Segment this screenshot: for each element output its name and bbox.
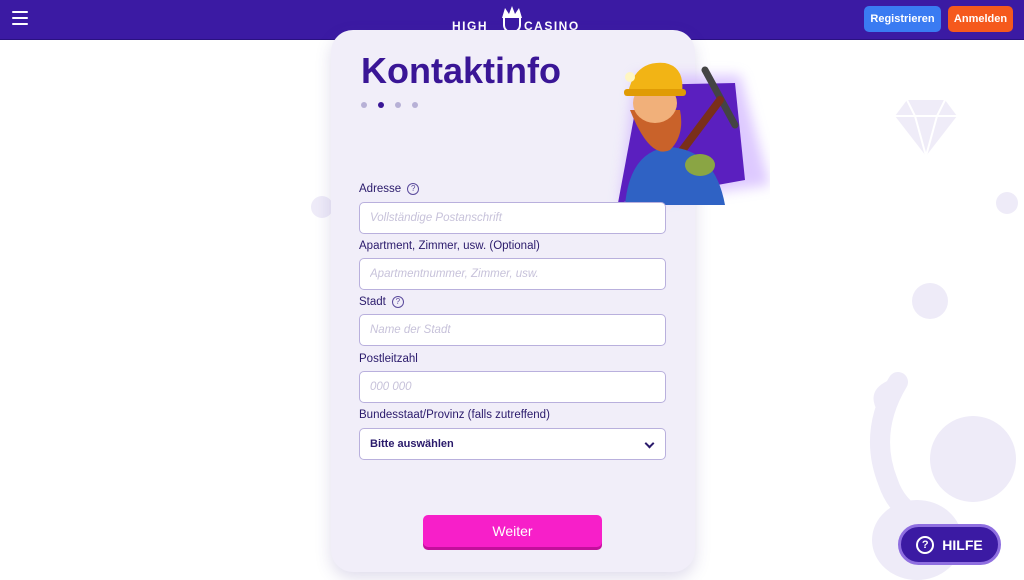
- city-help-icon[interactable]: ?: [391, 296, 404, 308]
- address-label-text: Adresse: [359, 183, 402, 195]
- decor-bubble: [912, 283, 948, 319]
- register-button[interactable]: Registrieren: [864, 6, 941, 32]
- crown-icon: [502, 6, 522, 18]
- chevron-down-icon: [644, 438, 655, 449]
- zip-input[interactable]: [359, 371, 666, 403]
- city-label-text: Stadt: [359, 296, 386, 308]
- step-dot-active: [378, 102, 384, 108]
- city-label: Stadt ?: [359, 296, 404, 308]
- step-indicator: [361, 102, 418, 108]
- miner-character-illustration: [618, 62, 770, 205]
- address-label: Adresse ?: [359, 183, 420, 195]
- state-select-value: Bitte auswählen: [370, 438, 454, 450]
- address-help-icon[interactable]: ?: [407, 183, 420, 195]
- cherry-icon: [870, 372, 938, 532]
- question-icon: ?: [916, 535, 935, 554]
- hamburger-menu-icon[interactable]: [12, 11, 28, 27]
- step-dot: [361, 102, 367, 108]
- city-input[interactable]: [359, 314, 666, 346]
- page-title: Kontaktinfo: [361, 50, 561, 91]
- decor-bubble: [996, 192, 1018, 214]
- state-label: Bundesstaat/Provinz (falls zutreffend): [359, 409, 550, 421]
- help-label: HILFE: [942, 536, 983, 553]
- diamond-icon: [895, 99, 957, 158]
- next-button[interactable]: Weiter: [423, 515, 602, 547]
- state-select[interactable]: Bitte auswählen: [359, 428, 666, 460]
- apartment-label: Apartment, Zimmer, usw. (Optional): [359, 240, 540, 252]
- login-button[interactable]: Anmelden: [948, 6, 1013, 32]
- decor-bubble: [311, 196, 333, 218]
- apartment-input[interactable]: [359, 258, 666, 290]
- step-dot: [412, 102, 418, 108]
- zip-label: Postleitzahl: [359, 353, 418, 365]
- help-button[interactable]: ? HILFE: [898, 524, 1001, 565]
- address-input[interactable]: [359, 202, 666, 234]
- step-dot: [395, 102, 401, 108]
